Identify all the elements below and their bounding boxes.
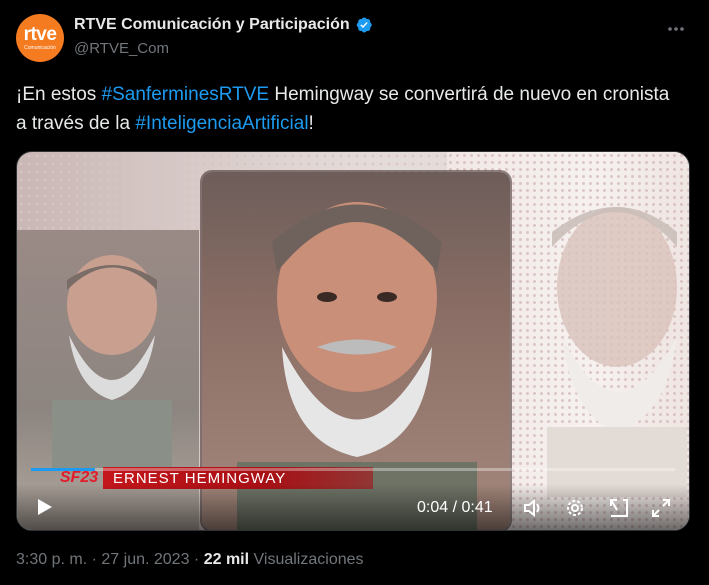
tweet-text: ¡En estos #SanferminesRTVE Hemingway se … xyxy=(16,80,676,138)
fullscreen-icon[interactable] xyxy=(649,496,673,520)
name-row: RTVE Comunicación y Participación xyxy=(74,16,373,34)
tweet-meta: 3:30 p. m. · 27 jun. 2023 · 22 mil Visua… xyxy=(16,551,364,569)
handle[interactable]: @RTVE_Com xyxy=(74,40,169,57)
more-icon xyxy=(668,27,684,31)
portrait-right xyxy=(547,207,687,497)
video-controls: 0:04 / 0:41 xyxy=(17,484,689,530)
volume-icon[interactable] xyxy=(521,496,545,520)
hashtag-ia[interactable]: #InteligenciaArtificial xyxy=(135,113,308,134)
play-icon[interactable] xyxy=(33,496,55,518)
tweet-card: rtve Comunicación RTVE Comunicación y Pa… xyxy=(0,0,709,585)
video-player[interactable]: SF23 Ernest Hemingway 0:04 / 0:41 xyxy=(16,151,690,531)
avatar-sub: Comunicación xyxy=(24,45,56,51)
pip-icon[interactable] xyxy=(607,496,631,520)
tweet-time[interactable]: 3:30 p. m. xyxy=(16,551,87,568)
tweet-date[interactable]: 27 jun. 2023 xyxy=(101,551,189,568)
more-button[interactable] xyxy=(661,14,691,44)
settings-icon[interactable] xyxy=(563,496,587,520)
video-time: 0:04 / 0:41 xyxy=(417,499,493,516)
verified-badge-icon xyxy=(356,17,372,33)
views-label: Visualizaciones xyxy=(253,551,364,568)
display-name[interactable]: RTVE Comunicación y Participación xyxy=(74,16,350,34)
meta-separator: · xyxy=(91,551,97,568)
avatar-logo: rtve xyxy=(23,24,57,45)
tweet-text-part: ! xyxy=(308,113,314,134)
hashtag-sanfermines[interactable]: #SanferminesRTVE xyxy=(102,84,270,105)
tweet-text-part: ¡En estos xyxy=(16,84,102,105)
avatar[interactable]: rtve Comunicación xyxy=(16,14,64,62)
progress-bar[interactable] xyxy=(31,468,675,471)
meta-separator: · xyxy=(193,551,200,568)
views-count: 22 mil xyxy=(203,551,250,568)
progress-fill xyxy=(31,468,96,471)
portrait-left xyxy=(52,255,172,470)
